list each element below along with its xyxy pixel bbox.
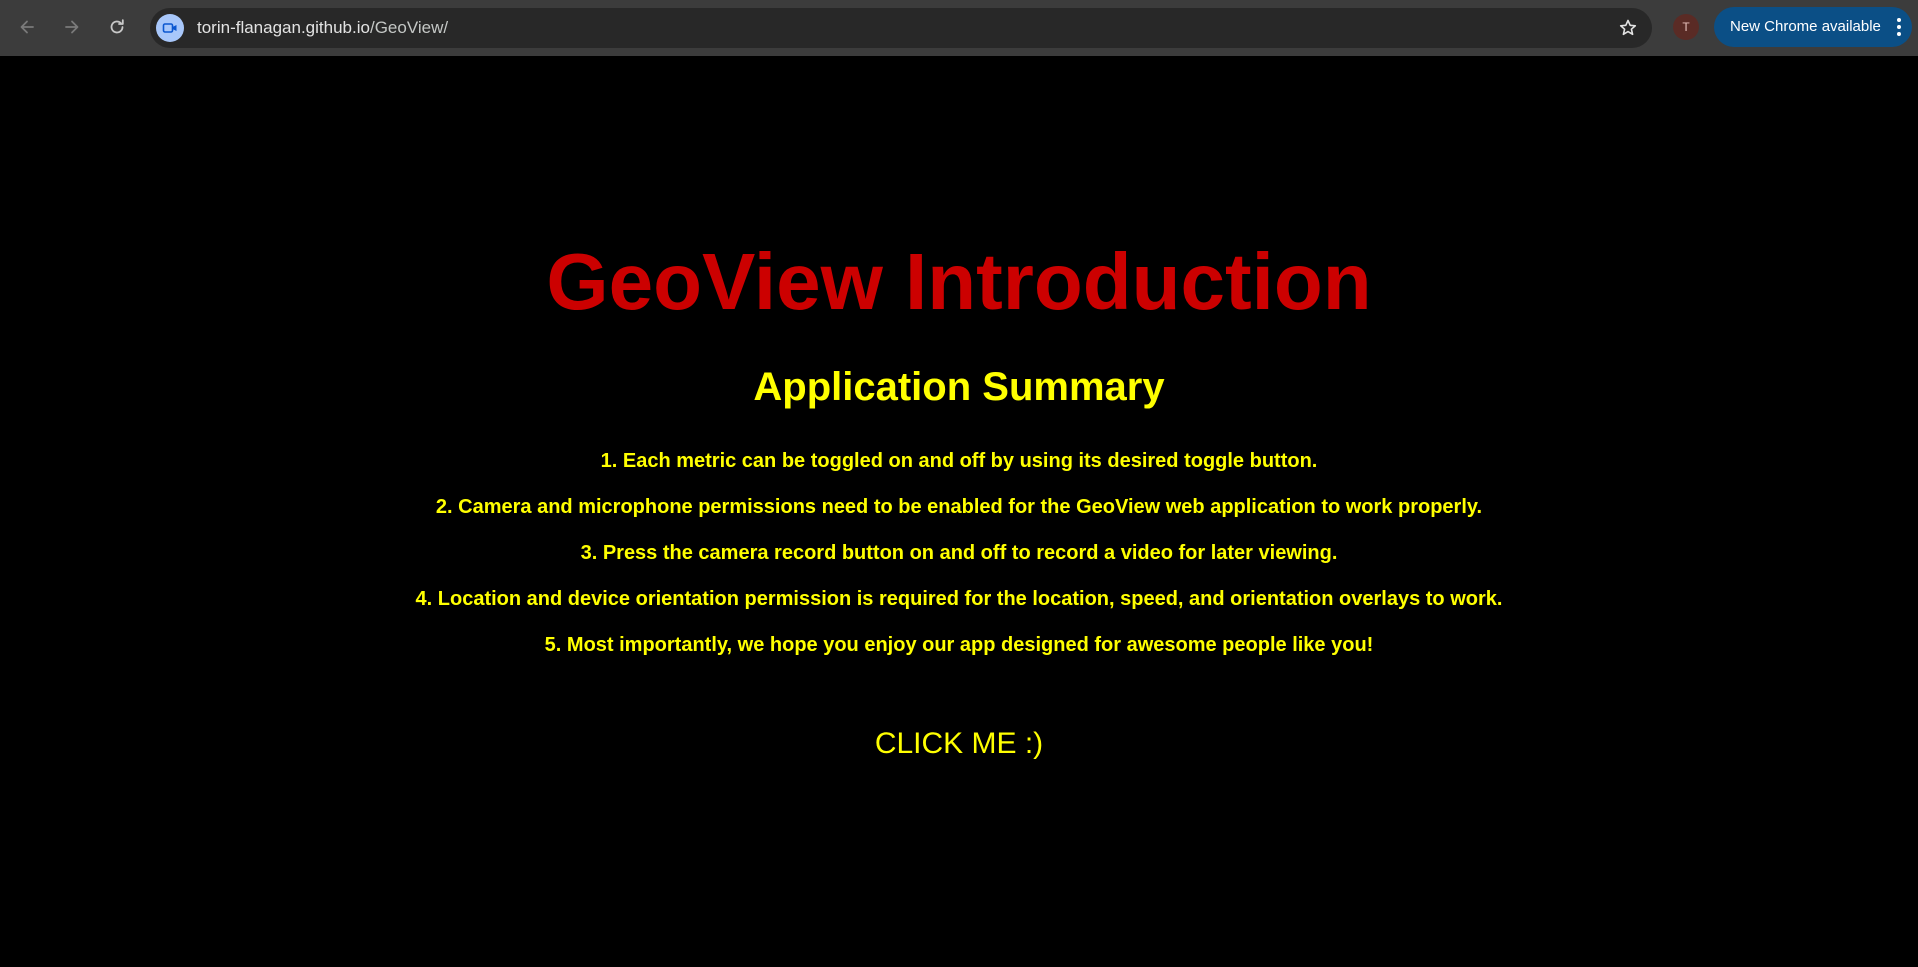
address-bar[interactable]: torin-flanagan.github.io/GeoView/ [150, 8, 1652, 48]
bookmark-button[interactable] [1614, 14, 1642, 42]
back-arrow-icon [20, 20, 34, 34]
page-content: GeoView Introduction Application Summary… [0, 56, 1918, 967]
browser-toolbar: torin-flanagan.github.io/GeoView/ T New … [0, 0, 1918, 56]
summary-item-4: 4. Location and device orientation permi… [415, 588, 1503, 610]
summary-item-5: 5. Most importantly, we hope you enjoy o… [544, 634, 1374, 656]
forward-arrow-icon [65, 20, 79, 34]
new-chrome-available-button[interactable]: New Chrome available [1714, 7, 1912, 47]
star-icon [1619, 19, 1637, 36]
summary-item-2: 2. Camera and microphone permissions nee… [435, 496, 1483, 518]
summary-item-1: 1. Each metric can be toggled on and off… [600, 450, 1318, 472]
url-path: /GeoView/ [369, 18, 449, 37]
update-chip-label: New Chrome available [1730, 18, 1881, 35]
profile-initial: T [1682, 20, 1690, 34]
summary-item-3: 3. Press the camera record button on and… [580, 542, 1338, 564]
back-button[interactable] [11, 11, 43, 43]
page-title: GeoView Introduction [546, 237, 1372, 326]
reload-icon [110, 19, 124, 34]
kebab-menu-icon[interactable] [1890, 15, 1908, 39]
url-host: torin-flanagan.github.io [197, 18, 370, 37]
site-info-button[interactable] [156, 14, 184, 42]
site-camera-icon [162, 23, 177, 33]
profile-avatar[interactable]: T [1673, 14, 1699, 40]
forward-button[interactable] [56, 11, 88, 43]
url-text[interactable]: torin-flanagan.github.io/GeoView/ [197, 18, 448, 38]
reload-button[interactable] [101, 11, 133, 43]
click-me-button[interactable]: CLICK ME :) [860, 724, 1058, 764]
page-subtitle: Application Summary [753, 365, 1165, 409]
